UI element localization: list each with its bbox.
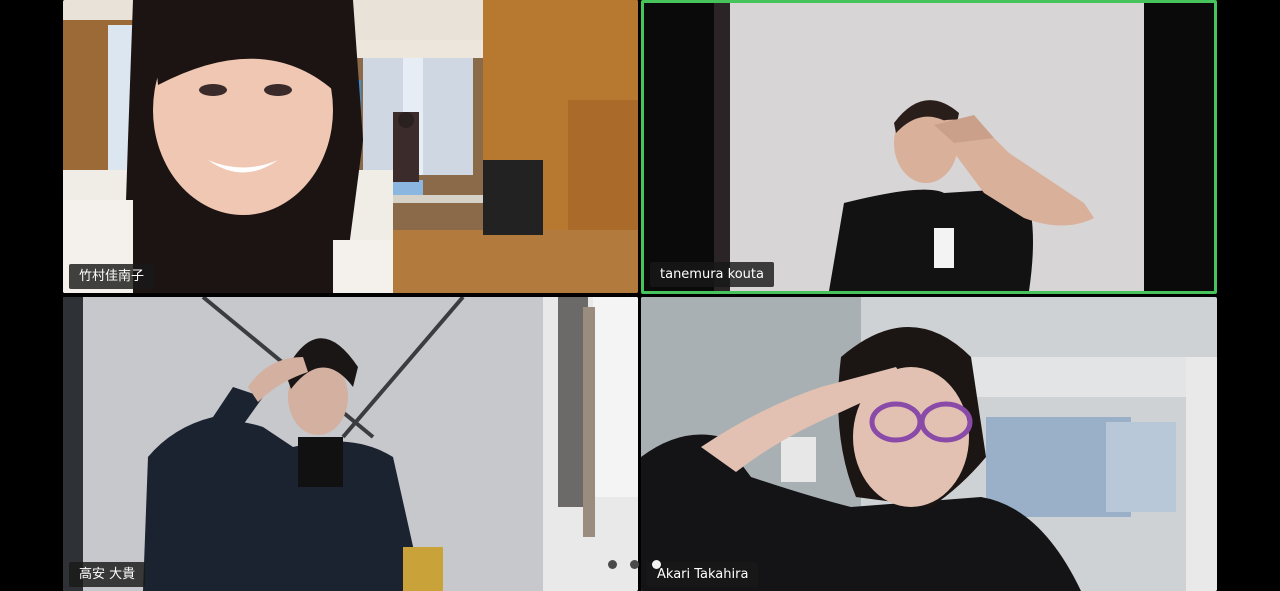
video-grid: 竹村佳南子 tanemura kouta 高安 大貴 Akari Takahir… [0, 0, 1280, 591]
participant-video [63, 0, 638, 293]
participant-name-label: tanemura kouta [650, 262, 774, 287]
participant-name-label: 竹村佳南子 [69, 264, 155, 289]
page-dot-1[interactable] [608, 559, 617, 569]
participant-video [63, 297, 638, 591]
video-tile-takemura[interactable]: 竹村佳南子 [63, 0, 638, 293]
participant-video [644, 3, 1214, 291]
participant-video [641, 297, 1217, 591]
video-tile-tanemura[interactable]: tanemura kouta [641, 0, 1217, 294]
video-tile-takayasu[interactable]: 高安 大貴 [63, 297, 638, 591]
page-dot-3-current[interactable] [652, 559, 661, 569]
page-indicator[interactable] [608, 558, 678, 570]
participant-name-label: 高安 大貴 [69, 562, 146, 587]
page-dot-2[interactable] [630, 559, 639, 569]
video-tile-takahira[interactable]: Akari Takahira [641, 297, 1217, 591]
